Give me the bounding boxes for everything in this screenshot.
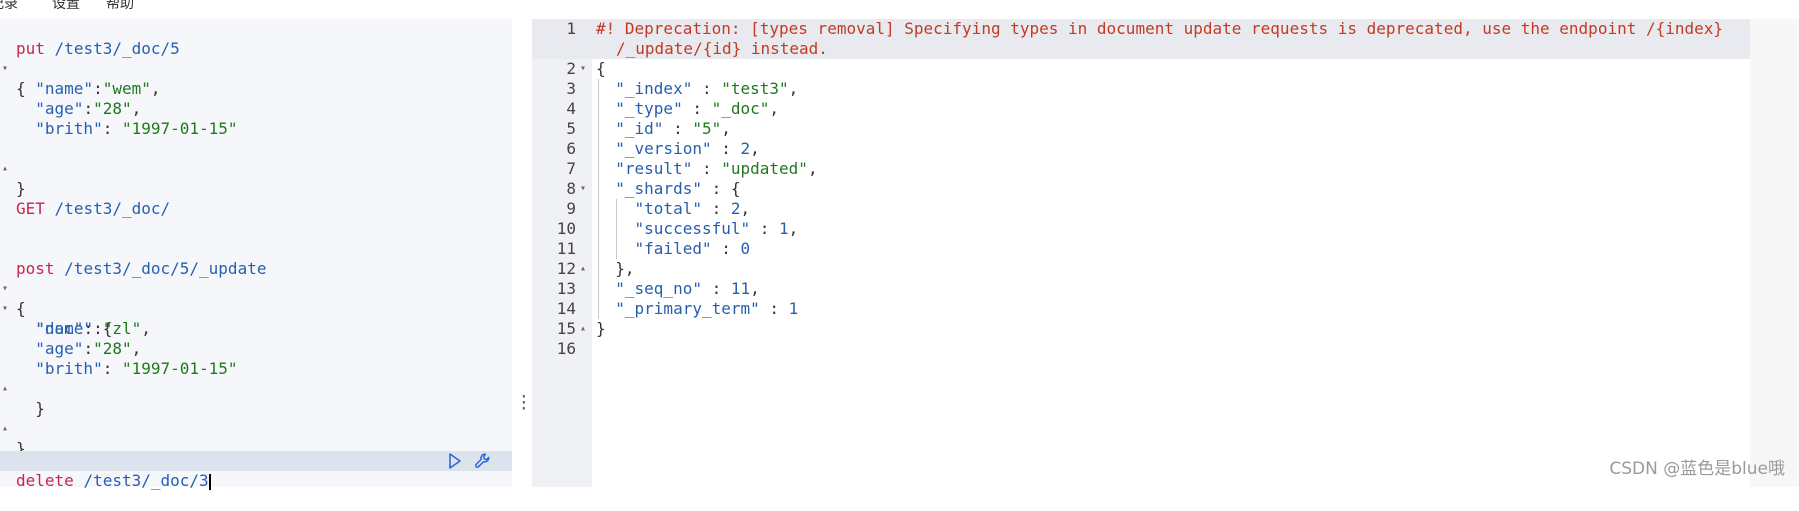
request-url: /test3/_doc/3 — [83, 471, 209, 490]
fold-toggle-icon[interactable]: ▴ — [0, 419, 10, 439]
code-line: ▴ } — [0, 139, 39, 198]
fold-toggle-icon[interactable]: ▴ — [0, 159, 10, 179]
json-line-failed: "failed" : 0 — [634, 239, 751, 258]
request-line[interactable]: put /test3/_doc/5 — [0, 19, 180, 58]
wrench-icon[interactable] — [474, 452, 492, 470]
menu-help[interactable]: 帮助 — [106, 0, 134, 13]
json-line-seq-no: "_seq_no" : 11, — [615, 279, 760, 298]
line-number: 11 — [556, 239, 576, 258]
line-number: 8 — [566, 179, 576, 198]
code-line: ▴ } — [0, 399, 39, 458]
json-line-index: "_index" : "test3", — [615, 79, 799, 98]
json-line-successful: "successful" : 1, — [634, 219, 799, 238]
fold-toggle-icon[interactable]: ▾ — [578, 179, 588, 199]
menu-settings[interactable]: 设置 — [52, 0, 80, 13]
code-line: ▴ } — [0, 359, 45, 418]
json-line-type: "_type" : "_doc", — [615, 99, 780, 118]
line-number: 15 — [556, 319, 576, 338]
code-line: "age":"28", — [35, 339, 142, 358]
request-url: /test3/_doc/ — [54, 199, 171, 218]
line-number: 7 — [566, 159, 576, 178]
json-line-primary-term: "_primary_term" : 1 — [615, 299, 799, 318]
active-line-highlight — [0, 451, 512, 471]
line-number: 13 — [556, 279, 576, 298]
fold-toggle-icon[interactable]: ▴ — [578, 319, 588, 339]
request-url: /test3/_doc/5/_update — [64, 259, 267, 278]
request-line[interactable]: post /test3/_doc/5/_update — [0, 239, 266, 278]
line-number: 4 — [566, 99, 576, 118]
line-number: 2 — [566, 59, 576, 78]
code-line: ▾ { — [0, 259, 39, 318]
line-number: 12 — [556, 259, 576, 278]
method-delete: delete — [16, 471, 74, 490]
code-line: "age":"28", — [35, 99, 142, 118]
scrollbar[interactable] — [1750, 19, 1799, 487]
request-line[interactable]: delete /test3/_doc/3 — [0, 451, 211, 490]
code-line: "brith": "1997-01-15" — [35, 119, 238, 138]
code-line: ▾ "doc": { — [0, 279, 112, 338]
response-viewer: 1 2 3 4 5 6 7 8 9 10 11 12 13 14 15 16 ▾… — [532, 19, 1750, 487]
line-number: 6 — [566, 139, 576, 158]
play-icon[interactable] — [448, 453, 462, 469]
json-line-shards-close: }, — [615, 259, 635, 278]
request-url: /test3/_doc/5 — [54, 39, 180, 58]
line-number: 5 — [566, 119, 576, 138]
code-line: "brith": "1997-01-15" — [35, 359, 238, 378]
method-get: GET — [16, 199, 45, 218]
json-line-shards: "_shards" : { — [615, 179, 741, 198]
request-actions — [448, 451, 492, 471]
json-close: } — [596, 319, 606, 338]
json-line-id: "_id" : "5", — [615, 119, 731, 138]
json-line-total: "total" : 2, — [634, 199, 751, 218]
watermark: CSDN @蓝色是blue哦 — [1609, 459, 1785, 479]
line-number: 16 — [556, 339, 576, 358]
code-line: "name":"wem", — [35, 79, 161, 98]
json-open: { — [596, 59, 606, 78]
code-line: ▾ { — [0, 39, 39, 98]
vertical-dots-icon[interactable]: · · · — [519, 389, 529, 417]
json-line-result: "result" : "updated", — [615, 159, 818, 178]
line-number: 1 — [566, 19, 576, 38]
menu-history[interactable]: 记录 — [0, 0, 18, 13]
request-line[interactable]: GET /test3/_doc/ — [0, 179, 170, 218]
line-number: 3 — [566, 79, 576, 98]
request-editor[interactable]: put /test3/_doc/5 ▾ { "name":"wem", "age… — [0, 19, 512, 490]
line-number: 14 — [556, 299, 576, 318]
code-line: "name":"zl", — [35, 319, 151, 338]
fold-toggle-icon[interactable]: ▾ — [578, 59, 588, 79]
fold-toggle-icon[interactable]: ▴ — [0, 379, 10, 399]
json-line-version: "_version" : 2, — [615, 139, 760, 158]
pane-resizer[interactable]: · · · — [512, 19, 532, 487]
text-cursor — [208, 473, 211, 490]
fold-toggle-icon[interactable]: ▴ — [578, 259, 588, 279]
line-number: 10 — [556, 219, 576, 238]
deprecation-warning: #! Deprecation: [types removal] Specifyi… — [596, 19, 1724, 38]
deprecation-warning-cont: /_update/{id} instead. — [616, 39, 828, 58]
line-number: 9 — [566, 199, 576, 218]
top-menu-bar: 记录 设置 帮助 — [0, 0, 1799, 20]
